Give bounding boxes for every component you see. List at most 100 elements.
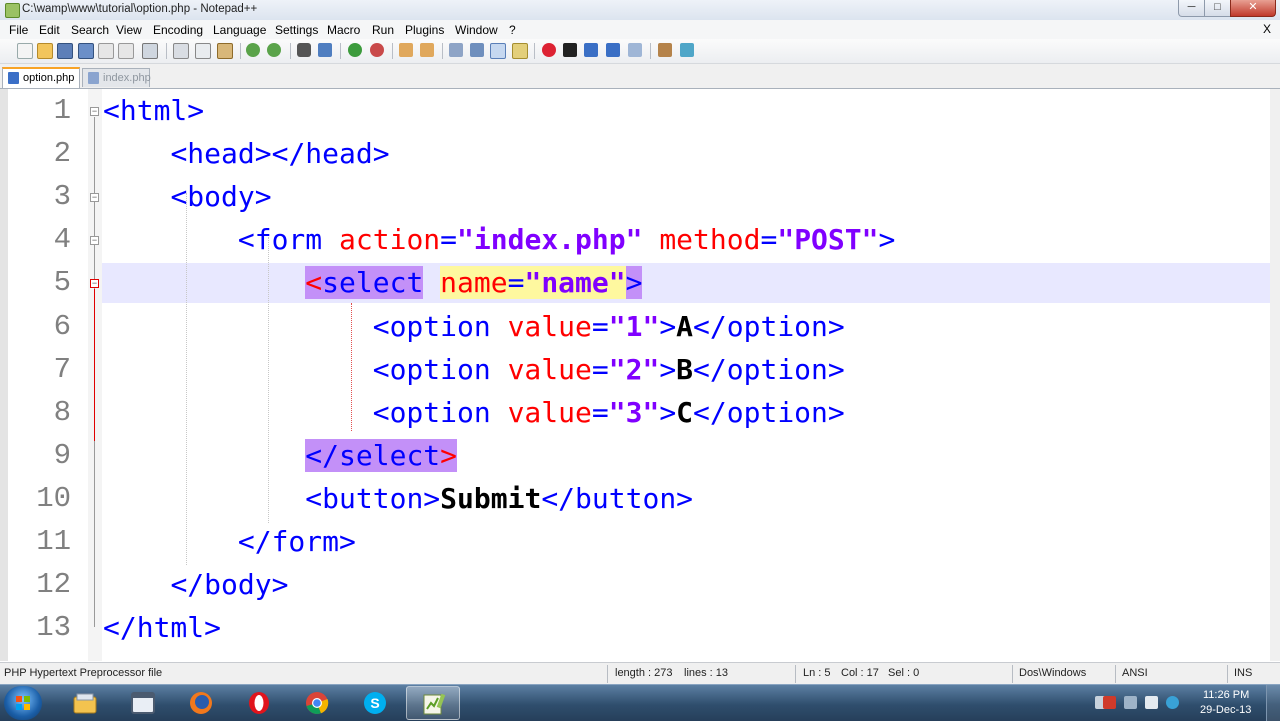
open-file-icon[interactable] <box>37 43 53 59</box>
code-token: = <box>591 309 609 343</box>
tab-option-php[interactable]: option.php <box>2 67 80 88</box>
menu-macro[interactable]: Macro <box>327 23 360 37</box>
paste-icon[interactable] <box>217 43 233 59</box>
code-text: <html> <box>103 94 204 127</box>
file-icon <box>88 72 99 84</box>
save-macro-icon[interactable] <box>628 43 642 57</box>
play-macro-icon[interactable] <box>584 43 598 57</box>
redo-icon[interactable] <box>267 43 281 57</box>
status-col: Col : 17 <box>841 667 879 679</box>
code-line[interactable]: 9 </select> <box>0 435 1270 478</box>
menu-help[interactable]: ? <box>509 23 516 37</box>
code-editor[interactable]: − − − − 1 <html> 2 <head></head> 3 <body> 4 … <box>0 89 1280 661</box>
zoom-in-icon[interactable] <box>348 43 362 57</box>
code-token: Submit <box>440 481 542 515</box>
save-icon[interactable] <box>57 43 73 59</box>
taskbar-chrome[interactable] <box>290 686 344 720</box>
minimize-button[interactable]: ─ <box>1178 0 1205 17</box>
udl-icon[interactable] <box>512 43 528 59</box>
volume-icon[interactable] <box>1145 696 1158 709</box>
skype-tray-icon[interactable] <box>1166 696 1179 709</box>
stop-macro-icon[interactable] <box>563 43 577 57</box>
code-line[interactable]: 12 </body> <box>0 564 1270 607</box>
show-all-chars-icon[interactable] <box>470 43 484 57</box>
menu-search[interactable]: Search <box>71 23 109 37</box>
indent-guide-icon[interactable] <box>490 43 506 59</box>
code-text: <select name="name"> <box>103 266 643 300</box>
close-document-button[interactable]: X <box>1263 22 1271 36</box>
sync-vertical-icon[interactable] <box>399 43 413 57</box>
code-line[interactable]: 6 <option value="1">A</option> <box>0 306 1270 349</box>
code-token: > <box>440 438 458 472</box>
tab-index-php[interactable]: index.php <box>82 68 151 87</box>
zoom-out-icon[interactable] <box>370 43 384 57</box>
tab-label: index.php <box>103 72 151 84</box>
toolbar-separator <box>166 43 167 59</box>
code-token: "index.php" <box>457 223 643 257</box>
code-line[interactable]: 2 <head></head> <box>0 133 1270 176</box>
code-line[interactable]: 4 <form action="index.php" method="POST"… <box>0 219 1270 262</box>
cut-icon[interactable] <box>173 43 189 59</box>
code-token: <option <box>372 352 508 386</box>
code-line[interactable]: 3 <body> <box>0 176 1270 219</box>
code-token: > <box>659 352 677 386</box>
new-file-icon[interactable] <box>17 43 33 59</box>
vertical-scrollbar[interactable] <box>1270 89 1280 661</box>
close-all-icon[interactable] <box>118 43 134 59</box>
sync-horizontal-icon[interactable] <box>420 43 434 57</box>
taskbar-opera[interactable] <box>232 686 286 720</box>
code-token: > <box>659 395 677 429</box>
code-text: </body> <box>103 568 288 601</box>
code-line[interactable]: 8 <option value="3">C</option> <box>0 392 1270 435</box>
code-line[interactable]: 11 </form> <box>0 521 1270 564</box>
code-token: <head></head> <box>170 137 390 171</box>
code-line[interactable]: 7 <option value="2">B</option> <box>0 349 1270 392</box>
clock-time[interactable]: 11:26 PM <box>1203 689 1249 701</box>
menu-plugins[interactable]: Plugins <box>405 23 444 37</box>
taskbar-window[interactable] <box>116 686 170 720</box>
menu-edit[interactable]: Edit <box>39 23 60 37</box>
replace-icon[interactable] <box>318 43 332 57</box>
network-icon[interactable] <box>1124 696 1137 709</box>
close-button[interactable]: ✕ <box>1230 0 1276 17</box>
launch-browser-icon[interactable] <box>658 43 672 57</box>
clock-date[interactable]: 29-Dec-13 <box>1200 704 1251 716</box>
taskbar-notepadpp[interactable] <box>406 686 460 720</box>
find-icon[interactable] <box>297 43 311 57</box>
save-all-icon[interactable] <box>78 43 94 59</box>
menu-settings[interactable]: Settings <box>275 23 318 37</box>
menu-encoding[interactable]: Encoding <box>153 23 203 37</box>
show-desktop-button[interactable] <box>1266 685 1280 721</box>
close-file-icon[interactable] <box>98 43 114 59</box>
taskbar-firefox[interactable] <box>174 686 228 720</box>
taskbar-explorer[interactable] <box>58 686 112 720</box>
code-text: <option value="3">C</option> <box>103 396 845 429</box>
code-line[interactable]: 5 <select name="name"> <box>0 262 1270 305</box>
code-token: name <box>440 266 508 300</box>
taskbar-skype[interactable]: S <box>348 686 402 720</box>
spellcheck-icon[interactable] <box>680 43 694 57</box>
menu-view[interactable]: View <box>116 23 142 37</box>
action-center-icon[interactable] <box>1103 696 1116 709</box>
maximize-button[interactable]: □ <box>1204 0 1231 17</box>
code-token: <body> <box>170 180 272 214</box>
menu-language[interactable]: Language <box>213 23 266 37</box>
menu-run[interactable]: Run <box>372 23 394 37</box>
toolbar-separator <box>442 43 443 59</box>
code-line[interactable]: 13 </html> <box>0 607 1270 650</box>
code-token: value <box>507 309 592 343</box>
code-line[interactable]: 1 <html> <box>0 90 1270 133</box>
undo-icon[interactable] <box>246 43 260 57</box>
record-macro-icon[interactable] <box>542 43 556 57</box>
print-icon[interactable] <box>142 43 158 59</box>
menu-file[interactable]: File <box>9 23 28 37</box>
code-line[interactable]: 10 <button>Submit</button> <box>0 478 1270 521</box>
start-button[interactable] <box>4 686 42 720</box>
menu-window[interactable]: Window <box>455 23 498 37</box>
copy-icon[interactable] <box>195 43 211 59</box>
run-macro-multiple-icon[interactable] <box>606 43 620 57</box>
word-wrap-icon[interactable] <box>449 43 463 57</box>
